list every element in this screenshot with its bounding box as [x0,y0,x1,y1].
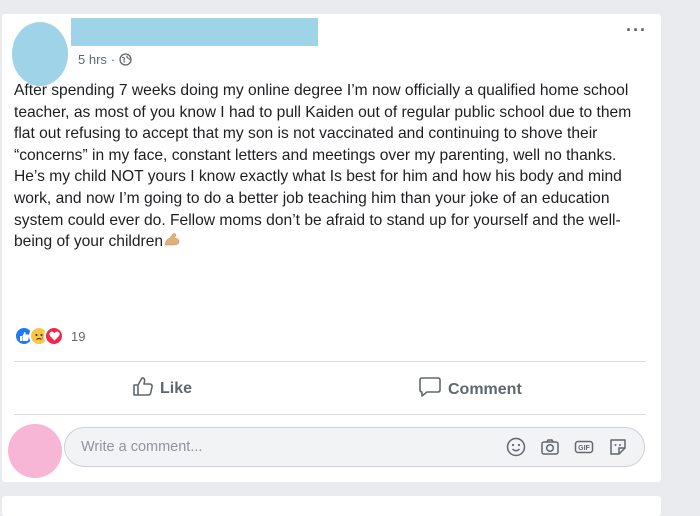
like-button[interactable]: Like [132,376,192,401]
divider-top [14,361,646,362]
comment-label: Comment [448,380,522,398]
comment-input[interactable]: Write a comment... GIF [64,427,645,467]
comment-toolbar: GIF [506,437,628,457]
post-body: After spending 7 weeks doing my online d… [14,82,632,251]
divider-bottom [14,414,646,415]
commenter-avatar[interactable] [8,424,62,478]
meta-separator: · [110,52,116,67]
comment-button[interactable]: Comment [418,376,522,403]
emoji-icon[interactable] [506,437,526,457]
post-timestamp[interactable]: 5 hrs [78,52,107,67]
comment-placeholder: Write a comment... [81,439,203,455]
thumbs-up-icon [132,376,154,401]
globe-icon [119,53,132,66]
post-meta: 5 hrs · [78,52,132,67]
reaction-summary[interactable]: 19 [14,326,85,346]
like-label: Like [160,379,193,397]
sticker-icon[interactable] [608,437,628,457]
camera-icon[interactable] [540,437,560,457]
love-reaction-icon [44,326,64,346]
next-post-card [2,496,661,516]
post-text: After spending 7 weeks doing my online d… [14,80,644,253]
svg-text:GIF: GIF [578,445,590,452]
flexed-bicep-emoji [163,232,181,246]
author-name-redacted[interactable] [71,18,318,46]
speech-bubble-icon [418,376,442,403]
reaction-count[interactable]: 19 [71,329,85,344]
gif-icon[interactable]: GIF [574,437,594,457]
author-avatar-redacted[interactable] [12,22,68,86]
more-options-icon[interactable]: ··· [626,20,647,41]
